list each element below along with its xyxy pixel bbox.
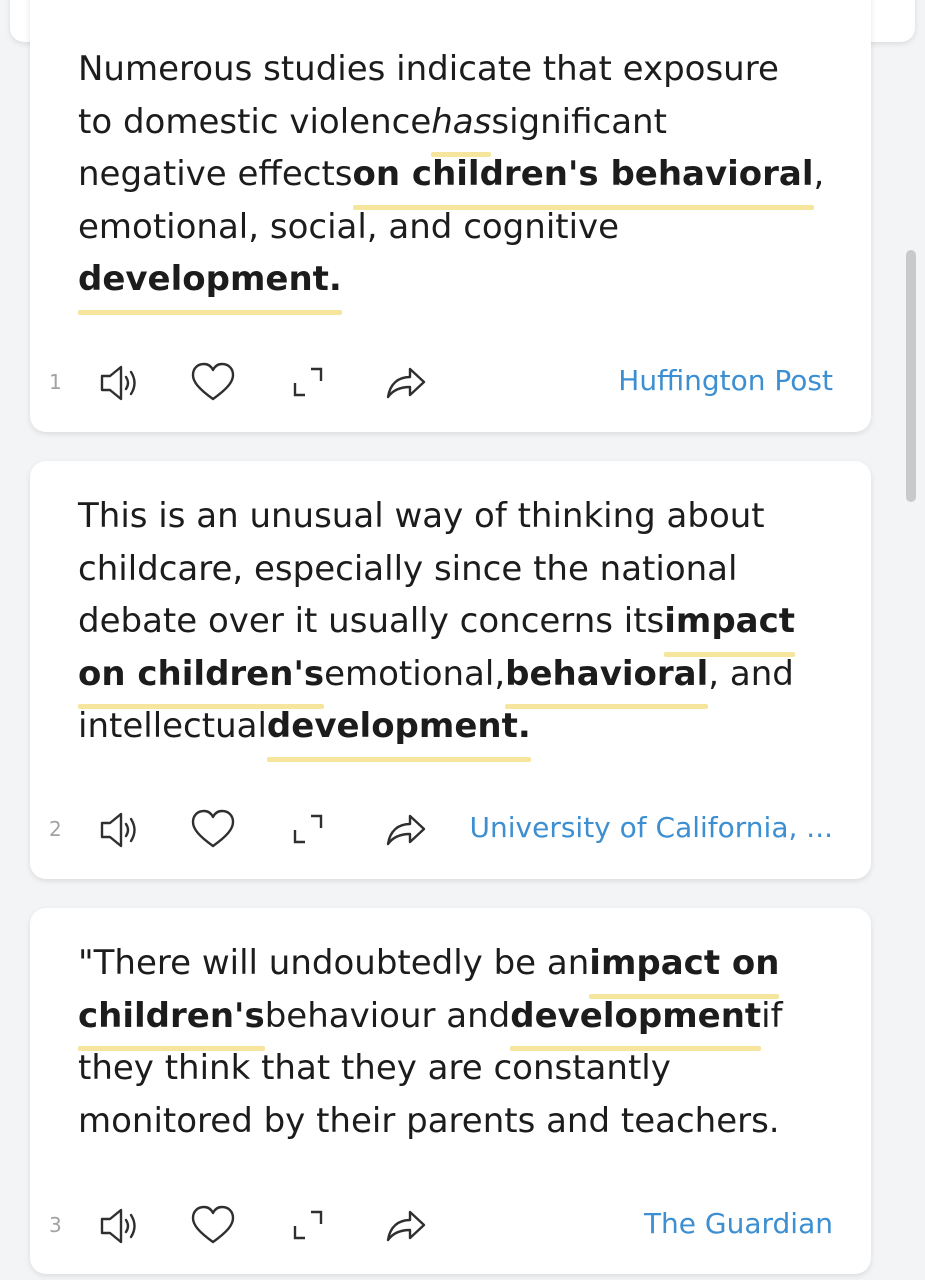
sentence-text: , and (708, 653, 794, 694)
sentence-line: to domestic violence has significant (78, 96, 824, 157)
result-card: This is an unusual way of thinking about… (30, 461, 871, 879)
share-icon[interactable] (380, 357, 432, 409)
sentence-line: on children's emotional, behavioral, and (78, 648, 795, 709)
heart-icon[interactable] (187, 804, 239, 856)
highlighted-phrase: children's (78, 990, 265, 1051)
source-link[interactable]: The Guardian (644, 1207, 833, 1240)
highlighted-phrase: development. (78, 253, 342, 314)
sentence-text: emotional, (324, 653, 506, 694)
speaker-icon[interactable] (93, 357, 145, 409)
speaker-icon[interactable] (93, 1200, 145, 1252)
heart-icon[interactable] (187, 357, 239, 409)
highlighted-phrase: impact on (589, 937, 780, 998)
expand-icon[interactable] (283, 1200, 335, 1252)
sentence-text: , (813, 154, 825, 194)
sentence-line: debate over it usually concerns its impa… (78, 595, 795, 656)
expand-icon[interactable] (283, 357, 335, 409)
sentence-text: intellectual (78, 706, 267, 746)
highlighted-phrase: impact (664, 595, 795, 656)
expand-icon[interactable] (283, 804, 335, 856)
source-link[interactable]: University of California, ... (470, 811, 834, 844)
sentence-line: This is an unusual way of thinking about (78, 490, 795, 543)
heart-icon[interactable] (187, 1200, 239, 1252)
result-sentence: Numerous studies indicate that exposure t… (78, 43, 825, 314)
sentence-text: if (761, 995, 783, 1036)
sentence-line: children's behaviour and development if (78, 990, 783, 1051)
result-number: 3 (49, 1213, 62, 1237)
share-icon[interactable] (380, 1200, 432, 1252)
sentence-text: monitored by their parents and teachers. (78, 1100, 780, 1141)
sentence-line: monitored by their parents and teachers. (78, 1095, 783, 1148)
sentence-text: emotional, social, and cognitive (78, 206, 620, 247)
highlighted-phrase: has (431, 96, 492, 157)
result-card: Numerous studies indicate that exposure t… (30, 0, 871, 432)
sentence-text: to domestic violence (78, 101, 432, 142)
sentence-text: Numerous studies indicate that exposure (78, 49, 779, 89)
speaker-icon[interactable] (93, 804, 145, 856)
result-sentence: This is an unusual way of thinking about… (78, 490, 795, 761)
sentence-line: Numerous studies indicate that exposure (78, 43, 824, 96)
sentence-line: negative effects on children's behaviora… (78, 148, 825, 209)
share-icon[interactable] (380, 804, 432, 856)
result-number: 1 (49, 370, 62, 394)
sentence-text: significant (491, 101, 667, 142)
sentence-text: childcare, especially since the national (78, 548, 738, 589)
highlighted-phrase: on children's behavioral (352, 148, 814, 209)
sentence-text: This is an unusual way of thinking about (78, 496, 765, 536)
sentence-line: childcare, especially since the national (78, 543, 795, 596)
sentence-text: "There will undoubtedly be an (78, 943, 590, 983)
highlighted-phrase: development (510, 990, 761, 1051)
highlighted-phrase: development. (266, 700, 531, 761)
highlighted-phrase: on children's (78, 648, 325, 709)
highlighted-phrase: behavioral (505, 648, 709, 709)
scrollbar-thumb[interactable] (906, 250, 916, 502)
result-card: "There will undoubtedly be an impact on c… (30, 908, 871, 1274)
sentence-line: development. (78, 253, 824, 314)
sentence-text: debate over it usually concerns its (78, 601, 665, 641)
sentence-text: negative effects (78, 154, 353, 194)
sentence-line: "There will undoubtedly be an impact on (78, 937, 783, 998)
result-sentence: "There will undoubtedly be an impact on c… (78, 937, 783, 1147)
sentence-text: behaviour and (264, 995, 511, 1036)
source-link[interactable]: Huffington Post (618, 364, 833, 397)
sentence-text: they think that they are constantly (78, 1048, 671, 1088)
result-number: 2 (49, 817, 62, 841)
